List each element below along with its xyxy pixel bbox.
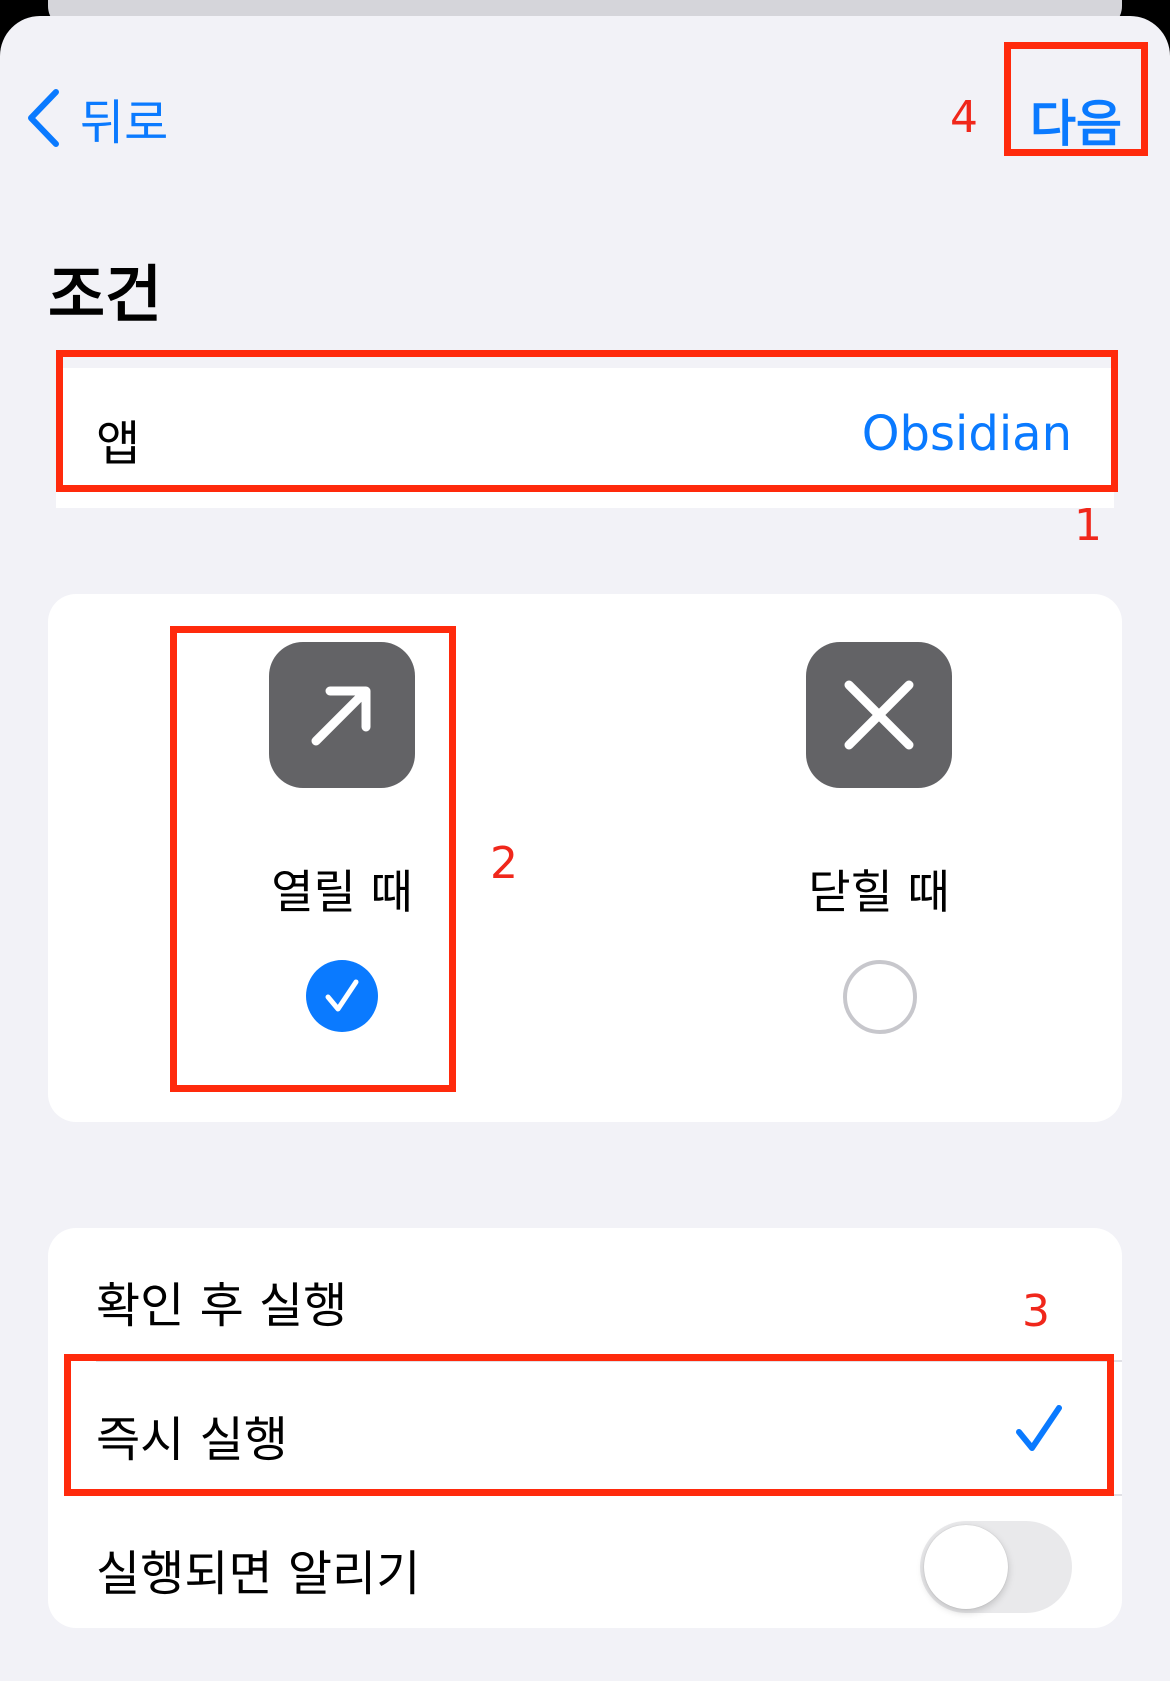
row-label-ask-before: 확인 후 실행 bbox=[96, 1278, 348, 1334]
toggle-knob bbox=[924, 1525, 1008, 1609]
option-label-closed: 닫힐 때 bbox=[808, 865, 950, 919]
highlight-box-when-opened bbox=[170, 626, 456, 1092]
xmark-icon bbox=[806, 642, 952, 788]
row-ask-before-running[interactable]: 확인 후 실행 bbox=[48, 1228, 1122, 1360]
annotation-number-1: 1 bbox=[1074, 500, 1102, 551]
radio-unselected-closed[interactable] bbox=[843, 960, 917, 1034]
highlight-box-app bbox=[56, 350, 1118, 492]
back-label: 뒤로 bbox=[80, 95, 169, 151]
back-button[interactable]: 뒤로 bbox=[26, 86, 169, 151]
annotation-number-3: 3 bbox=[1022, 1286, 1050, 1337]
row-label-notify: 실행되면 알리기 bbox=[96, 1546, 421, 1602]
highlight-box-run-immediately bbox=[64, 1354, 1114, 1496]
highlight-box-next bbox=[1004, 42, 1148, 156]
row-notify-when-run: 실행되면 알리기 bbox=[48, 1496, 1122, 1628]
notify-toggle[interactable] bbox=[920, 1521, 1072, 1613]
option-when-closed[interactable]: 닫힐 때 bbox=[735, 642, 1035, 1062]
automation-sheet: 뒤로 4 다음 조건 앱 Obsidian 1 열릴 때 닫힐 때 2 확인 후… bbox=[0, 16, 1170, 1681]
chevron-left-icon bbox=[28, 89, 59, 147]
annotation-number-4: 4 bbox=[950, 92, 978, 143]
annotation-number-2: 2 bbox=[490, 838, 518, 889]
section-title: 조건 bbox=[48, 258, 163, 331]
